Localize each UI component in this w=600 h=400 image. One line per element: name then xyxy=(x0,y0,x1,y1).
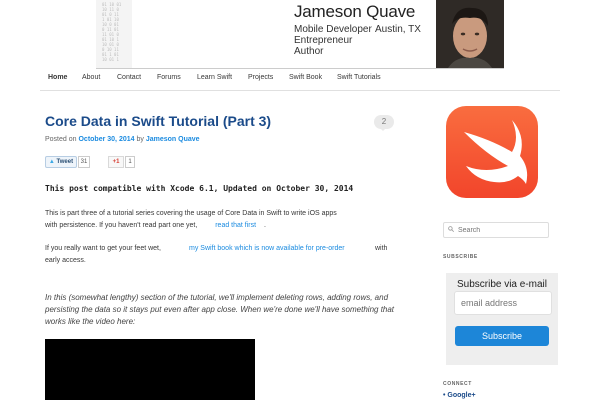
intro-line-2: with persistence. If you haven't read pa… xyxy=(45,220,266,232)
nav-contact[interactable]: Contact xyxy=(117,74,141,81)
subscribe-button[interactable]: Subscribe xyxy=(455,326,549,346)
google-plus-label: Google+ xyxy=(447,392,476,399)
intro-line-1: This is part three of a tutorial series … xyxy=(45,210,337,217)
bullet-icon: • xyxy=(443,392,446,399)
post-meta: Posted on October 30, 2014 by Jameson Qu… xyxy=(45,136,200,143)
google-plus-link[interactable]: • Google+ xyxy=(443,392,476,399)
nav-swift-tutorials[interactable]: Swift Tutorials xyxy=(337,74,381,81)
post-date-link[interactable]: October 30, 2014 xyxy=(78,136,134,143)
nav-home[interactable]: Home xyxy=(48,74,67,81)
nav-about[interactable]: About xyxy=(82,74,100,81)
header-role: Entrepreneur xyxy=(294,35,353,46)
header-location: Austin, TX xyxy=(375,24,421,35)
google-plus-one-button[interactable]: +1 xyxy=(108,156,124,168)
search-icon xyxy=(448,226,454,232)
post-title[interactable]: Core Data in Swift Tutorial (Part 3) xyxy=(45,113,271,129)
code-decoration: 01 10 01 10 11 0 01 0 11 1 01 10 10 0 01 0 1… xyxy=(96,0,132,68)
search-box xyxy=(443,222,549,238)
header-role: Mobile Developer xyxy=(294,24,372,35)
nav-learn-swift[interactable]: Learn Swift xyxy=(197,74,232,81)
search-input[interactable] xyxy=(458,223,546,237)
video-player[interactable] xyxy=(45,339,255,400)
connect-heading: CONNECT xyxy=(443,381,472,387)
tweet-count: 31 xyxy=(78,156,90,168)
book-line-start: If you really want to get your feet wet, xyxy=(45,245,161,252)
author-link[interactable]: Jameson Quave xyxy=(146,136,200,143)
header-role: Author xyxy=(294,46,324,57)
site-title[interactable]: Jameson Quave xyxy=(294,2,415,22)
author-photo xyxy=(436,0,504,68)
intro-text: with persistence. If you haven't read pa… xyxy=(45,222,198,229)
google-plus-count: 1 xyxy=(125,156,135,168)
tweet-label: Tweet xyxy=(56,159,74,165)
meta-by: by xyxy=(136,136,144,143)
tweet-button[interactable]: ▲ Tweet xyxy=(45,156,77,168)
part-one-link[interactable]: read that first xyxy=(215,222,256,229)
compat-notice: This post compatible with Xcode 6.1, Upd… xyxy=(45,184,354,193)
subscribe-heading: SUBSCRIBE xyxy=(443,254,478,260)
book-line-with: with xyxy=(375,245,388,252)
intro-period: . xyxy=(263,222,266,229)
subscribe-widget: Subscribe via e-mail Subscribe xyxy=(446,273,558,365)
subscribe-title: Subscribe via e-mail xyxy=(456,279,548,290)
swift-logo[interactable] xyxy=(446,106,538,198)
nav-swift-book[interactable]: Swift Book xyxy=(289,74,322,81)
swift-book-link[interactable]: my Swift book which is now available for… xyxy=(189,243,345,255)
nav-projects[interactable]: Projects xyxy=(248,74,273,81)
nav-divider xyxy=(40,90,560,91)
book-line-end: early access. xyxy=(45,257,86,264)
email-field-wrapper xyxy=(454,291,552,315)
section-intro: In this (somewhat lengthy) section of th… xyxy=(45,293,395,326)
nav-forums[interactable]: Forums xyxy=(157,74,181,81)
site-header: 01 10 01 10 11 0 01 0 11 1 01 10 10 0 01 0 1… xyxy=(96,0,504,69)
meta-prefix: Posted on xyxy=(45,136,77,143)
email-field[interactable] xyxy=(461,292,547,314)
comment-count-bubble[interactable]: 2 xyxy=(374,115,394,131)
twitter-bird-icon: ▲ xyxy=(48,159,55,165)
